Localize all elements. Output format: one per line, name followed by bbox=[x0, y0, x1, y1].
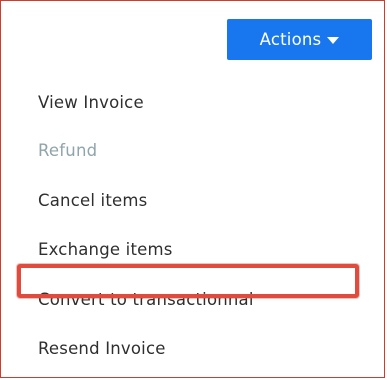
caret-down-icon bbox=[327, 36, 340, 44]
actions-dropdown-button[interactable]: Actions bbox=[227, 19, 372, 60]
menu-item-convert-to-transactionnal[interactable]: Convert to transactionnal bbox=[38, 290, 254, 310]
menu-item-resend-invoice[interactable]: Resend Invoice bbox=[38, 339, 166, 359]
menu-item-refund[interactable]: Refund bbox=[38, 141, 97, 161]
menu-item-cancel-items[interactable]: Cancel items bbox=[38, 191, 147, 211]
menu-item-exchange-items[interactable]: Exchange items bbox=[38, 240, 173, 260]
actions-button-label: Actions bbox=[259, 30, 322, 49]
menu-item-view-invoice[interactable]: View Invoice bbox=[38, 93, 144, 113]
